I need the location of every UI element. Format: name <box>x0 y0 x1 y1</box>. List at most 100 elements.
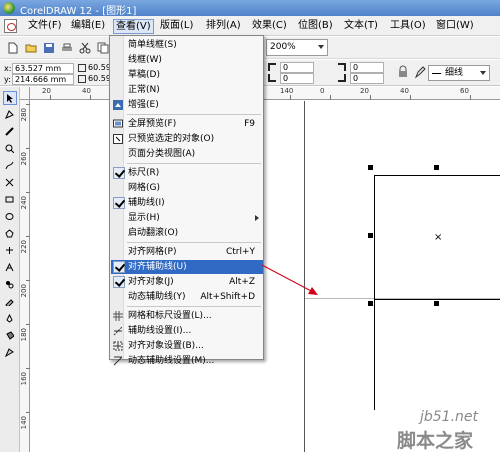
knife-icon <box>5 127 14 136</box>
horizontal-ruler[interactable]: 20 40 60 80 100 120 140 0 20 40 60 <box>30 87 500 100</box>
document-icon[interactable] <box>4 19 17 33</box>
menu-item-draft[interactable]: 草稿(D) <box>111 68 263 82</box>
menu-item-guidelines-setup[interactable]: 辅助线设置(I)... <box>111 324 263 338</box>
ruler-tick <box>26 368 30 369</box>
ruler-label: 200 <box>20 284 28 298</box>
shape-edit-icon <box>5 110 14 119</box>
pick-tool[interactable] <box>3 91 17 105</box>
outline-tool[interactable] <box>3 312 17 326</box>
zoom-level-select[interactable]: 200% <box>266 39 328 56</box>
selection-handle[interactable] <box>434 301 439 306</box>
menu-item-normal[interactable]: 正常(N) <box>111 83 263 97</box>
menu-item-dynamic-guides[interactable]: 动态辅助线(Y) Alt+Shift+D <box>111 290 263 304</box>
menu-item-show[interactable]: 显示(H) <box>111 211 263 225</box>
blend-icon <box>6 281 14 289</box>
arrow-pointer-icon <box>7 94 13 103</box>
chevron-down-icon <box>480 71 486 75</box>
menu-item-snap-to-guidelines[interactable]: 对齐辅助线(U) <box>111 260 263 274</box>
corner-radius-bl[interactable]: 0 <box>280 73 314 84</box>
menu-item-page-sorter-view[interactable]: 页面分类视图(A) <box>111 147 263 161</box>
height-input[interactable]: 60.59 <box>88 74 111 83</box>
selection-handle[interactable] <box>368 233 373 238</box>
menu-item-snap-to-grid[interactable]: 对齐网格(P) Ctrl+Y <box>111 245 263 259</box>
menu-item-grid-ruler-setup[interactable]: 网格和标尺设置(L)... <box>111 309 263 323</box>
menu-item-fullscreen-preview[interactable]: 全屏预览(F) F9 <box>111 117 263 131</box>
menu-item-simple-wireframe[interactable]: 简单线框(S) <box>111 38 263 52</box>
width-input[interactable]: 60.59 <box>88 63 111 72</box>
open-button[interactable] <box>23 40 39 56</box>
selection-handle[interactable] <box>368 165 373 170</box>
vertical-ruler[interactable]: 280 260 240 220 200 180 160 140 <box>20 100 30 452</box>
ruler-tick <box>90 95 91 100</box>
interactive-blend-tool[interactable] <box>3 278 17 292</box>
menu-text[interactable]: 文本(T) <box>342 19 380 34</box>
fill-tool[interactable] <box>3 329 17 343</box>
text-tool[interactable] <box>3 261 17 275</box>
crop-tool[interactable] <box>3 125 17 139</box>
shape-tool[interactable] <box>3 108 17 122</box>
guideline-settings-icon <box>113 326 123 336</box>
menu-item-label: 简单线框(S) <box>128 40 177 50</box>
menu-item-enhanced[interactable]: 增强(E) <box>111 98 263 112</box>
rectangle-tool[interactable] <box>3 193 17 207</box>
eyedropper-tool[interactable] <box>3 295 17 309</box>
polygon-icon <box>5 229 14 238</box>
height-icon <box>78 74 86 83</box>
corner-radius-tr[interactable]: 0 <box>350 62 384 73</box>
menu-item-wireframe[interactable]: 线框(W) <box>111 53 263 67</box>
new-document-button[interactable] <box>5 40 21 56</box>
selection-handle[interactable] <box>368 301 373 306</box>
outline-width-select[interactable]: 细线 <box>428 65 490 81</box>
menu-item-snap-to-objects[interactable]: 对齐对象(J) Alt+Z <box>111 275 263 289</box>
cut-button[interactable] <box>77 40 93 56</box>
menu-window[interactable]: 窗口(W) <box>434 19 476 34</box>
ellipse-tool[interactable] <box>3 210 17 224</box>
menu-separator <box>127 242 261 243</box>
smart-drawing-icon <box>5 178 14 187</box>
menu-effects[interactable]: 效果(C) <box>250 19 289 34</box>
print-button[interactable] <box>59 40 75 56</box>
ruler-origin[interactable] <box>20 87 30 100</box>
text-a-icon <box>5 263 14 272</box>
submenu-arrow-icon <box>255 215 259 221</box>
save-button[interactable] <box>41 40 57 56</box>
polygon-tool[interactable] <box>3 227 17 241</box>
freehand-tool[interactable] <box>3 159 17 173</box>
menu-layout[interactable]: 版面(L) <box>158 19 195 34</box>
menu-edit[interactable]: 编辑(E) <box>69 19 107 34</box>
corner-radius-br[interactable]: 0 <box>350 73 384 84</box>
ruler-tick <box>330 95 331 100</box>
menu-item-label: 启动翻滚(O) <box>128 228 179 238</box>
zoom-tool[interactable] <box>3 142 17 156</box>
corner-bottom-left-icon <box>268 74 276 82</box>
menu-bitmaps[interactable]: 位图(B) <box>296 19 335 34</box>
menu-item-label: 辅助线设置(I)... <box>128 326 192 336</box>
rectangle-icon <box>5 196 14 203</box>
basic-shapes-tool[interactable] <box>3 244 17 258</box>
interactive-fill-tool[interactable] <box>3 346 17 360</box>
menu-tools[interactable]: 工具(O) <box>388 19 428 34</box>
menu-item-dynamic-guides-setup[interactable]: 动态辅助线设置(M)... <box>111 354 263 366</box>
menu-item-snap-objects-setup[interactable]: 对齐对象设置(B)... <box>111 339 263 353</box>
menu-item-preview-selected[interactable]: 只预览选定的对象(O) <box>111 132 263 146</box>
menu-item-label: 显示(H) <box>128 213 160 223</box>
menu-item-grid[interactable]: 网格(G) <box>111 181 263 195</box>
outline-pen-icon[interactable] <box>413 65 427 79</box>
width-icon <box>78 63 86 72</box>
menu-item-rulers[interactable]: 标尺(R) <box>111 166 263 180</box>
x-position-input[interactable]: 63.527 mm <box>12 63 74 74</box>
menu-view[interactable]: 查看(V) <box>113 19 154 34</box>
corner-radius-tl[interactable]: 0 <box>280 62 314 73</box>
menu-arrange[interactable]: 排列(A) <box>204 19 243 34</box>
y-position-input[interactable]: 214.666 mm <box>12 74 74 85</box>
menu-file[interactable]: 文件(F) <box>26 19 64 34</box>
round-corners-lock-icon[interactable] <box>396 65 410 79</box>
menu-item-shortcut: F9 <box>244 119 255 129</box>
menu-item-guidelines[interactable]: 辅助线(I) <box>111 196 263 210</box>
menu-item-enable-rollover[interactable]: 启动翻滚(O) <box>111 226 263 240</box>
smart-fill-tool[interactable] <box>3 176 17 190</box>
ruler-tick <box>50 95 51 100</box>
y-position: y: 214.666 mm <box>4 74 74 85</box>
selection-handle[interactable] <box>434 165 439 170</box>
ruler-tick <box>26 324 30 325</box>
